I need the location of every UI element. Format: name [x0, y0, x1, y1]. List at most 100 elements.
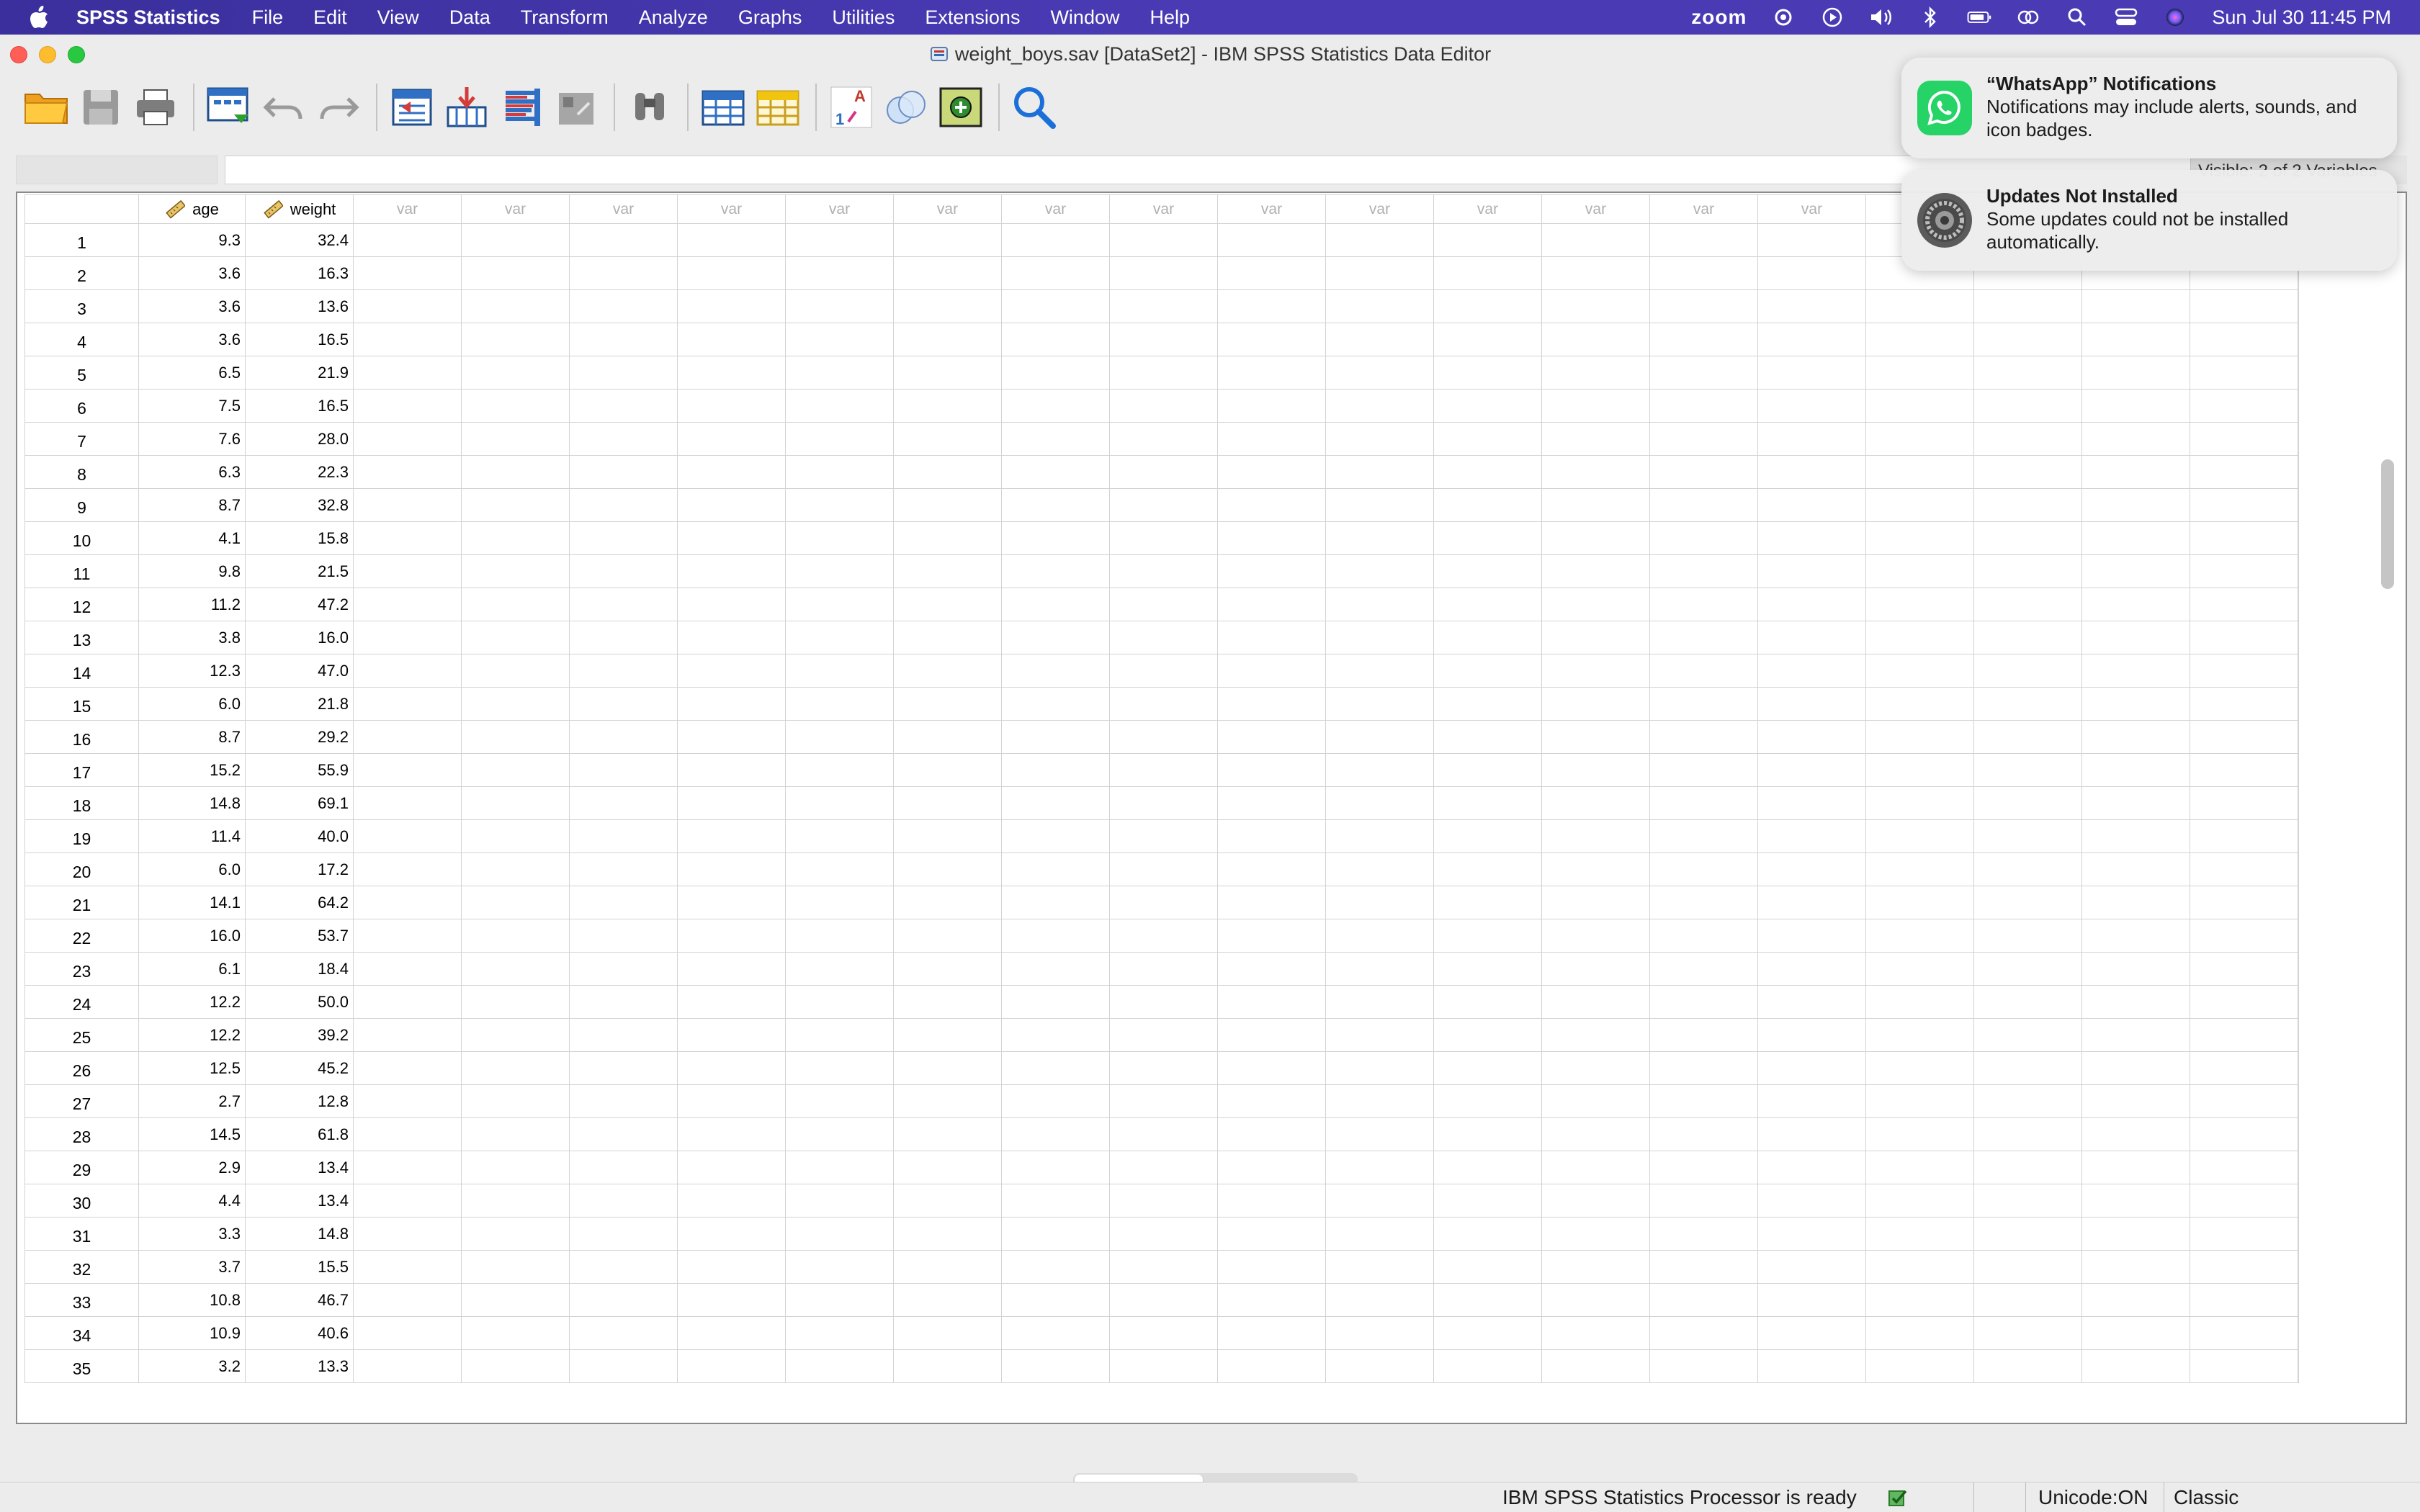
row-number[interactable]: 4 — [24, 323, 139, 356]
empty-cell[interactable] — [1973, 389, 2082, 423]
empty-cell[interactable] — [1541, 422, 1650, 456]
empty-cell[interactable] — [353, 886, 462, 919]
empty-cell[interactable] — [1541, 256, 1650, 290]
data-cell-age[interactable]: 2.7 — [138, 1084, 246, 1118]
empty-cell[interactable] — [1325, 654, 1434, 688]
empty-cell[interactable] — [2081, 753, 2190, 787]
empty-cell[interactable] — [1865, 720, 1974, 754]
menu-bar-clock[interactable]: Sun Jul 30 11:45 PM — [2212, 6, 2391, 29]
empty-cell[interactable] — [2081, 1316, 2190, 1350]
goto-case-icon[interactable] — [386, 81, 438, 133]
row-number[interactable]: 28 — [24, 1117, 139, 1151]
empty-cell[interactable] — [785, 852, 894, 886]
empty-cell[interactable] — [677, 852, 786, 886]
empty-cell[interactable] — [2298, 422, 2299, 456]
row-number[interactable]: 7 — [24, 422, 139, 456]
empty-cell[interactable] — [1433, 753, 1542, 787]
empty-cell[interactable] — [1325, 1184, 1434, 1218]
empty-cell[interactable] — [1541, 1217, 1650, 1251]
empty-cell[interactable] — [1217, 1018, 1326, 1052]
empty-cell[interactable] — [461, 521, 570, 555]
empty-cell[interactable] — [2190, 1117, 2298, 1151]
empty-cell[interactable] — [677, 1217, 786, 1251]
empty-cell[interactable] — [2081, 952, 2190, 986]
empty-cell[interactable] — [1649, 687, 1758, 721]
row-number[interactable]: 20 — [24, 852, 139, 886]
empty-cell[interactable] — [1001, 720, 1110, 754]
empty-variable-header[interactable]: var — [893, 194, 1002, 224]
empty-cell[interactable] — [1973, 621, 2082, 654]
vertical-scrollbar-thumb[interactable] — [2381, 459, 2394, 589]
row-number[interactable]: 8 — [24, 455, 139, 489]
empty-cell[interactable] — [2298, 753, 2299, 787]
empty-cell[interactable] — [1973, 852, 2082, 886]
empty-cell[interactable] — [2081, 422, 2190, 456]
empty-cell[interactable] — [2190, 554, 2298, 588]
empty-cell[interactable] — [1217, 985, 1326, 1019]
empty-variable-header[interactable]: var — [1217, 194, 1326, 224]
empty-cell[interactable] — [353, 1051, 462, 1085]
empty-cell[interactable] — [461, 1018, 570, 1052]
empty-cell[interactable] — [1325, 323, 1434, 356]
empty-cell[interactable] — [569, 223, 678, 257]
data-cell-weight[interactable]: 16.0 — [245, 621, 354, 654]
empty-cell[interactable] — [1001, 356, 1110, 390]
empty-cell[interactable] — [1973, 521, 2082, 555]
empty-cell[interactable] — [1973, 819, 2082, 853]
empty-cell[interactable] — [1973, 654, 2082, 688]
screen-mirroring-icon[interactable] — [2016, 6, 2040, 28]
empty-cell[interactable] — [1433, 1349, 1542, 1383]
empty-cell[interactable] — [353, 223, 462, 257]
empty-cell[interactable] — [2190, 919, 2298, 953]
empty-cell[interactable] — [2081, 919, 2190, 953]
row-number[interactable]: 24 — [24, 985, 139, 1019]
row-number[interactable]: 25 — [24, 1018, 139, 1052]
empty-cell[interactable] — [1109, 488, 1218, 522]
data-cell-weight[interactable]: 15.8 — [245, 521, 354, 555]
empty-cell[interactable] — [461, 554, 570, 588]
empty-cell[interactable] — [893, 1084, 1002, 1118]
empty-cell[interactable] — [1541, 323, 1650, 356]
empty-cell[interactable] — [1325, 422, 1434, 456]
empty-cell[interactable] — [1001, 1250, 1110, 1284]
empty-cell[interactable] — [353, 1349, 462, 1383]
data-cell-age[interactable]: 14.1 — [138, 886, 246, 919]
empty-cell[interactable] — [785, 621, 894, 654]
empty-cell[interactable] — [1001, 1349, 1110, 1383]
empty-cell[interactable] — [785, 554, 894, 588]
menu-utilities[interactable]: Utilities — [832, 6, 895, 29]
siri-icon[interactable] — [2163, 6, 2187, 28]
empty-cell[interactable] — [461, 1316, 570, 1350]
empty-cell[interactable] — [1865, 1217, 1974, 1251]
empty-cell[interactable] — [353, 588, 462, 621]
empty-cell[interactable] — [2081, 455, 2190, 489]
empty-cell[interactable] — [2298, 886, 2299, 919]
empty-cell[interactable] — [1217, 952, 1326, 986]
empty-cell[interactable] — [2190, 422, 2298, 456]
empty-cell[interactable] — [1325, 919, 1434, 953]
empty-cell[interactable] — [2190, 521, 2298, 555]
empty-cell[interactable] — [1325, 819, 1434, 853]
empty-cell[interactable] — [2081, 852, 2190, 886]
empty-cell[interactable] — [1433, 654, 1542, 688]
empty-cell[interactable] — [1109, 554, 1218, 588]
empty-cell[interactable] — [893, 521, 1002, 555]
empty-cell[interactable] — [2190, 1316, 2298, 1350]
empty-cell[interactable] — [1325, 1084, 1434, 1118]
empty-cell[interactable] — [353, 621, 462, 654]
empty-cell[interactable] — [1001, 455, 1110, 489]
empty-cell[interactable] — [353, 753, 462, 787]
empty-cell[interactable] — [2298, 819, 2299, 853]
empty-cell[interactable] — [353, 985, 462, 1019]
empty-cell[interactable] — [1649, 919, 1758, 953]
empty-cell[interactable] — [893, 753, 1002, 787]
data-cell-age[interactable]: 12.5 — [138, 1051, 246, 1085]
empty-cell[interactable] — [1973, 1349, 2082, 1383]
empty-cell[interactable] — [785, 720, 894, 754]
empty-cell[interactable] — [2298, 654, 2299, 688]
empty-variable-header[interactable]: var — [1001, 194, 1110, 224]
empty-cell[interactable] — [1325, 1349, 1434, 1383]
empty-cell[interactable] — [461, 1084, 570, 1118]
empty-cell[interactable] — [1757, 223, 1866, 257]
empty-cell[interactable] — [1865, 753, 1974, 787]
